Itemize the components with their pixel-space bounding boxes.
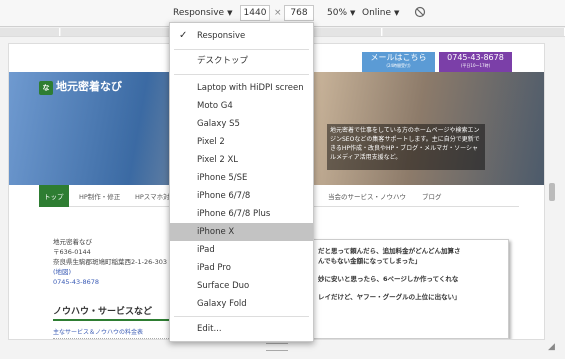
menu-item-pixel-2-xl[interactable]: Pixel 2 XL xyxy=(170,151,313,169)
resize-handle-bottom[interactable] xyxy=(266,343,288,351)
menu-item-label: Responsive xyxy=(197,31,246,41)
nav-item-hp[interactable]: HP制作・修正 xyxy=(79,191,120,201)
chevron-down-icon: ▼ xyxy=(350,9,356,17)
rotate-icon[interactable] xyxy=(414,6,426,20)
site-logo[interactable]: な地元密着なび xyxy=(39,78,122,95)
menu-item-iphone-678-plus[interactable]: iPhone 6/7/8 Plus xyxy=(170,205,313,223)
menu-divider xyxy=(174,74,309,75)
chevron-down-icon: ▼ xyxy=(394,9,400,17)
ruler-segment[interactable] xyxy=(0,28,60,36)
menu-item-responsive[interactable]: ✓ Responsive xyxy=(170,27,313,45)
menu-item-galaxy-fold[interactable]: Galaxy Fold xyxy=(170,295,313,313)
menu-item-ipad-pro[interactable]: iPad Pro xyxy=(170,259,313,277)
device-select[interactable]: Responsive ▼ xyxy=(173,6,232,20)
throttle-label: Online xyxy=(362,8,392,18)
ruler-segment[interactable] xyxy=(61,28,181,36)
width-input[interactable]: 1440 xyxy=(240,5,270,21)
addr-zip: 〒636-0144 xyxy=(53,248,91,256)
hero-description: 地元密着で仕事をしている方のホームページや検索エンジンSEOなどの集客サポートし… xyxy=(327,124,485,170)
menu-item-galaxy-s5[interactable]: Galaxy S5 xyxy=(170,115,313,133)
menu-item-desktop[interactable]: デスクトップ xyxy=(170,52,313,70)
menu-item-surface-duo[interactable]: Surface Duo xyxy=(170,277,313,295)
menu-divider xyxy=(174,316,309,317)
ruler-segment[interactable] xyxy=(383,28,565,36)
nav-item-smartphone[interactable]: HPスマホ対 xyxy=(135,191,170,201)
menu-item-iphone-5-se[interactable]: iPhone 5/SE xyxy=(170,169,313,187)
nav-item-services[interactable]: 当会のサービス・ノウハウ xyxy=(328,191,406,201)
chevron-down-icon: ▼ xyxy=(227,9,233,17)
zoom-label: 50% xyxy=(327,8,348,18)
times-separator: × xyxy=(274,8,282,18)
menu-divider xyxy=(174,49,309,50)
menu-item-moto-g4[interactable]: Moto G4 xyxy=(170,97,313,115)
logo-text: 地元密着なび xyxy=(56,80,122,93)
content-box: だと思って頼んだら、追加料金がどんどん加算さ んでもない金額になってしまった」 妙… xyxy=(309,239,509,339)
menu-item-pixel-2[interactable]: Pixel 2 xyxy=(170,133,313,151)
device-menu: ✓ Responsive デスクトップ Laptop with HiDPI sc… xyxy=(169,22,314,342)
zoom-select[interactable]: 50% ▼ xyxy=(327,6,355,20)
resize-corner-icon[interactable]: ◢ xyxy=(548,342,560,354)
addr-line: 奈良県生駒郡斑鳩町稲葉西2-1-26-303 xyxy=(53,258,167,266)
menu-item-iphone-678[interactable]: iPhone 6/7/8 xyxy=(170,187,313,205)
height-input[interactable]: 768 xyxy=(284,5,314,21)
mail-cta-sub: (24時間受付) xyxy=(386,63,411,68)
menu-item-ipad[interactable]: iPad xyxy=(170,241,313,259)
address-block: 地元密着なび 〒636-0144 奈良県生駒郡斑鳩町稲葉西2-1-26-303 … xyxy=(53,237,167,287)
nav-item-top[interactable]: トップ xyxy=(39,185,69,207)
throttle-select[interactable]: Online ▼ xyxy=(362,6,399,20)
addr-name: 地元密着なび xyxy=(53,238,92,246)
mail-cta-label: メールはこちら xyxy=(370,53,427,62)
nav-item-blog[interactable]: ブログ xyxy=(422,191,442,201)
phone-link[interactable]: 0745-43-8678 xyxy=(53,277,167,287)
logo-mark: な xyxy=(39,81,53,95)
phone-cta-button[interactable]: 0745-43-8678 (平日10～17時) xyxy=(439,52,512,72)
check-icon: ✓ xyxy=(179,30,188,41)
device-select-label: Responsive xyxy=(173,8,225,18)
content-line: レイだけど、ヤフー・グーグルの上位に出ない」 xyxy=(318,293,461,301)
map-link[interactable]: (地図) xyxy=(53,267,167,277)
content-line: だと思って頼んだら、追加料金がどんどん加算さ xyxy=(318,247,461,255)
menu-item-iphone-x[interactable]: iPhone X xyxy=(170,223,313,241)
content-line: んでもない金額になってしまった」 xyxy=(318,257,422,265)
menu-item-laptop-hidpi[interactable]: Laptop with HiDPI screen xyxy=(170,79,313,97)
mail-cta-button[interactable]: メールはこちら (24時間受付) xyxy=(362,52,435,72)
content-line: 妙に安いと思ったら、6ページしか作ってくれな xyxy=(318,275,459,283)
menu-item-edit[interactable]: Edit... xyxy=(170,320,313,338)
scrollbar-thumb[interactable] xyxy=(549,183,555,201)
phone-cta-label: 0745-43-8678 xyxy=(447,53,504,62)
vertical-scrollbar[interactable] xyxy=(547,43,557,340)
phone-cta-sub: (平日10～17時) xyxy=(460,63,491,68)
